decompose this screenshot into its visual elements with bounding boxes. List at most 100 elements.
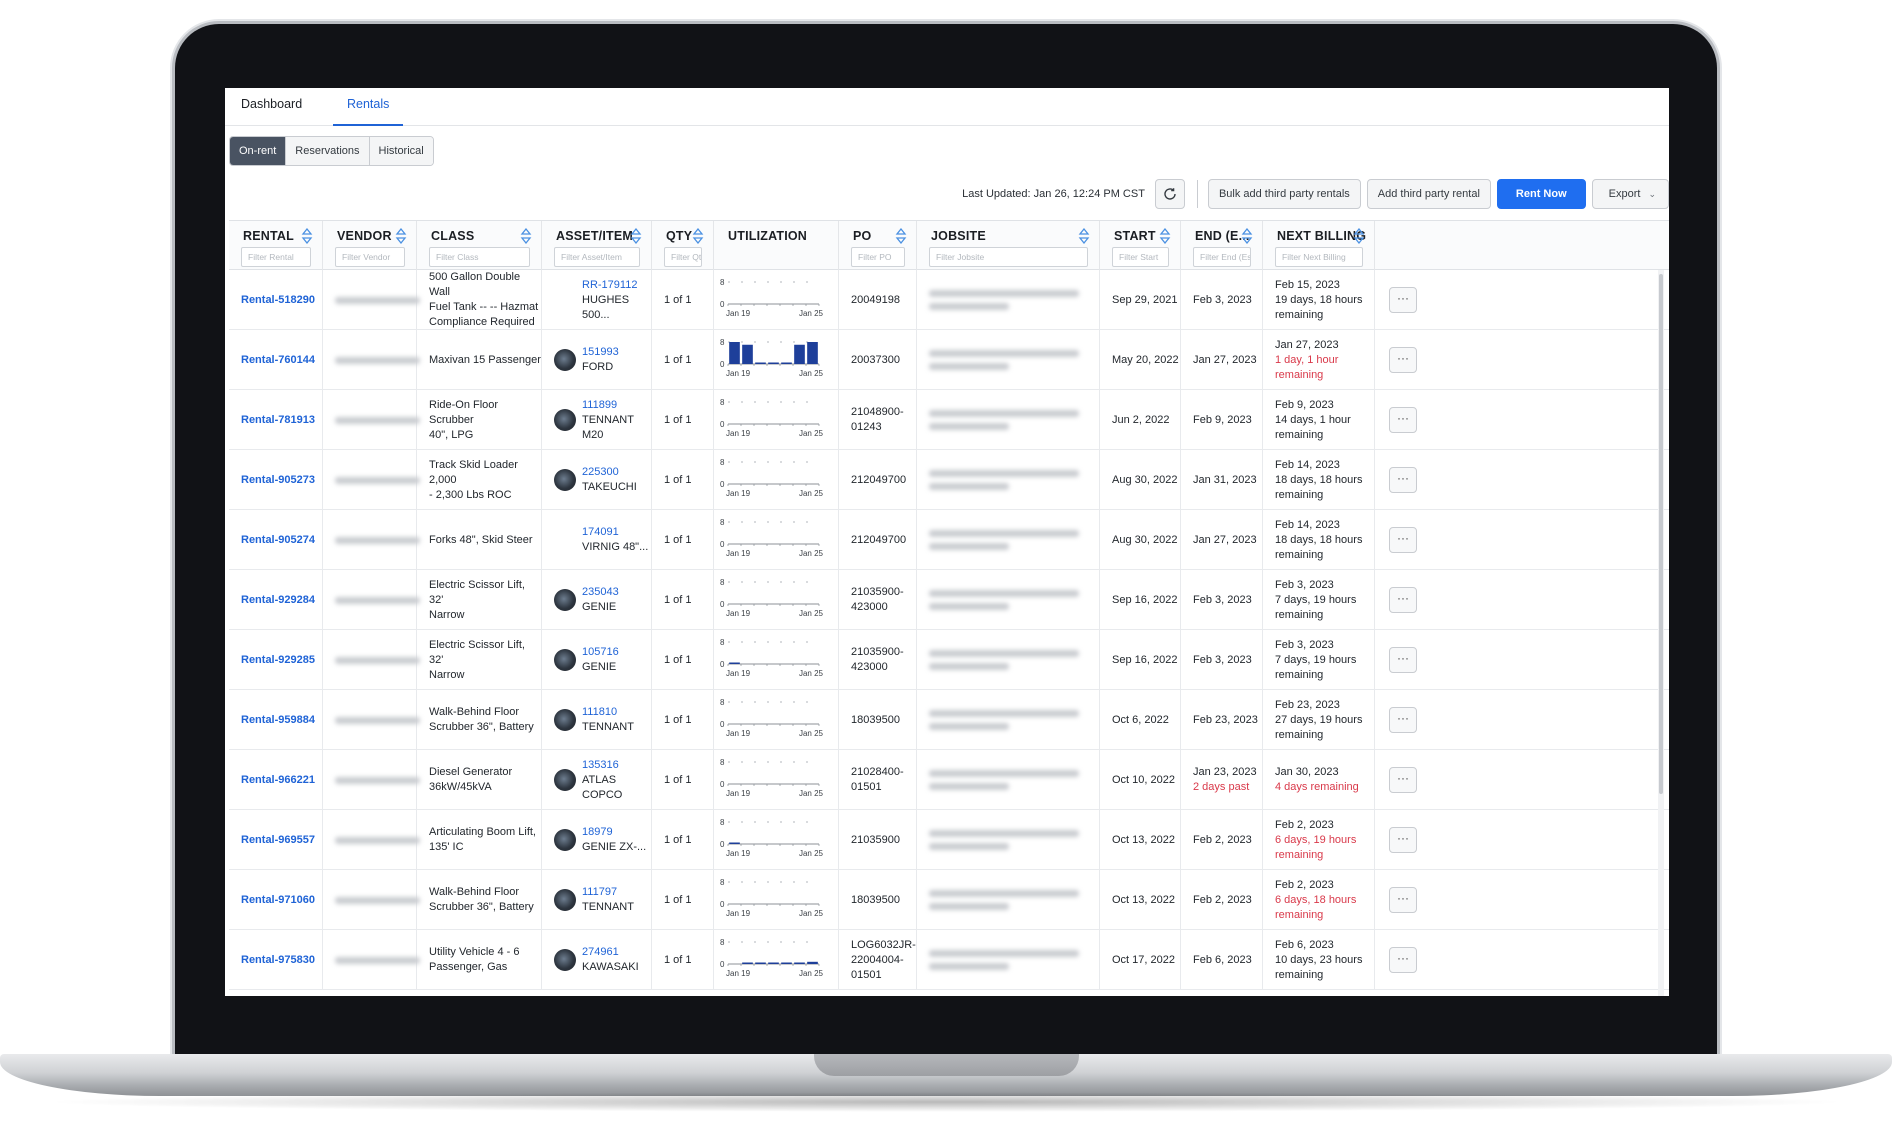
rental-link[interactable]: Rental-969557 bbox=[241, 833, 322, 848]
tab-rentals[interactable]: Rentals bbox=[333, 92, 404, 126]
rental-link[interactable]: Rental-975830 bbox=[241, 953, 322, 968]
column-label-utilization[interactable]: UTILIZATION bbox=[728, 229, 807, 243]
asset-name: GENIE bbox=[582, 601, 617, 613]
util-x-end-label: Jan 25 bbox=[799, 549, 824, 558]
more-options-button[interactable]: ··· bbox=[1389, 827, 1417, 853]
table-row: Rental-975830 Utility Vehicle 4 - 6 Passen… bbox=[229, 930, 1669, 990]
filter-input-start[interactable]: Filter Start bbox=[1112, 247, 1169, 267]
column-label-jobsite[interactable]: JOBSITE bbox=[931, 229, 986, 243]
column-label-rental[interactable]: RENTAL bbox=[243, 229, 294, 243]
column-label-asset[interactable]: ASSET/ITEM bbox=[556, 229, 633, 243]
filter-input-end[interactable]: Filter End (Est.) bbox=[1193, 247, 1251, 267]
add-third-party-button[interactable]: Add third party rental bbox=[1366, 179, 1491, 209]
more-options-button[interactable]: ··· bbox=[1389, 647, 1417, 673]
billing-date: Feb 15, 2023 bbox=[1275, 278, 1340, 291]
more-options-button[interactable]: ··· bbox=[1389, 947, 1417, 973]
jobsite-redacted bbox=[929, 470, 1079, 477]
more-options-button[interactable]: ··· bbox=[1389, 287, 1417, 313]
sort-icon[interactable] bbox=[301, 227, 313, 245]
sort-icon[interactable] bbox=[1078, 227, 1090, 245]
rental-link[interactable]: Rental-929284 bbox=[241, 593, 322, 608]
rental-link[interactable]: Rental-781913 bbox=[241, 413, 322, 428]
rental-link[interactable]: Rental-959884 bbox=[241, 713, 322, 728]
asset-id-link[interactable]: 151993 bbox=[582, 345, 619, 360]
filter-input-po[interactable]: Filter PO bbox=[851, 247, 905, 267]
tab-dashboard[interactable]: Dashboard bbox=[227, 92, 316, 126]
more-options-button[interactable]: ··· bbox=[1389, 767, 1417, 793]
sort-icon[interactable] bbox=[520, 227, 532, 245]
po-line: 212049700 bbox=[851, 533, 907, 546]
column-label-class[interactable]: CLASS bbox=[431, 229, 474, 243]
asset-id-link[interactable]: 174091 bbox=[582, 525, 648, 540]
next-billing-cell: Feb 9, 2023 14 days, 1 hour remaining bbox=[1263, 390, 1375, 450]
segment-historical[interactable]: Historical bbox=[369, 137, 433, 165]
refresh-button[interactable] bbox=[1154, 179, 1185, 209]
rental-link[interactable]: Rental-929285 bbox=[241, 653, 322, 668]
asset-id-link[interactable]: 111797 bbox=[582, 885, 634, 900]
asset-id-link[interactable]: 105716 bbox=[582, 645, 619, 660]
util-x-end-label: Jan 25 bbox=[799, 309, 824, 318]
export-button[interactable]: Export ⌄ bbox=[1591, 179, 1669, 209]
rental-link[interactable]: Rental-971060 bbox=[241, 893, 322, 908]
sort-icon[interactable] bbox=[1241, 227, 1253, 245]
rental-link[interactable]: Rental-966221 bbox=[241, 773, 322, 788]
column-label-po[interactable]: PO bbox=[853, 229, 871, 243]
rental-link[interactable]: Rental-905274 bbox=[241, 533, 322, 548]
rental-link[interactable]: Rental-905273 bbox=[241, 473, 322, 488]
column-label-qty[interactable]: QTY bbox=[666, 229, 692, 243]
asset-id-link[interactable]: 18979 bbox=[582, 825, 646, 840]
more-options-button[interactable]: ··· bbox=[1389, 527, 1417, 553]
sort-icon[interactable] bbox=[630, 227, 642, 245]
segment-on-rent[interactable]: On-rent bbox=[230, 137, 287, 165]
more-options-button[interactable]: ··· bbox=[1389, 467, 1417, 493]
asset-id-link[interactable]: 111899 bbox=[582, 398, 651, 413]
more-options-button[interactable]: ··· bbox=[1389, 347, 1417, 373]
filter-input-next_billing[interactable]: Filter Next Billing bbox=[1275, 247, 1363, 267]
rental-link[interactable]: Rental-760144 bbox=[241, 353, 322, 368]
asset-id-link[interactable]: RR-179112 bbox=[582, 278, 651, 293]
qty-value: 1 of 1 bbox=[664, 533, 692, 546]
column-header-po: PO Filter PO bbox=[839, 221, 917, 271]
more-options-button[interactable]: ··· bbox=[1389, 887, 1417, 913]
jobsite-cell bbox=[917, 870, 1100, 930]
filter-input-class[interactable]: Filter Class bbox=[429, 247, 530, 267]
asset-id-link[interactable]: 135316 bbox=[582, 758, 651, 773]
rent-now-button[interactable]: Rent Now bbox=[1496, 179, 1586, 209]
sort-icon[interactable] bbox=[895, 227, 907, 245]
asset-id-link[interactable]: 111810 bbox=[582, 705, 634, 720]
start-date: Oct 13, 2022 bbox=[1112, 833, 1175, 846]
more-options-button[interactable]: ··· bbox=[1389, 407, 1417, 433]
filter-input-asset[interactable]: Filter Asset/Item bbox=[554, 247, 640, 267]
bulk-add-third-party-button[interactable]: Bulk add third party rentals bbox=[1207, 179, 1361, 209]
more-options-button[interactable]: ··· bbox=[1389, 587, 1417, 613]
more-options-button[interactable]: ··· bbox=[1389, 707, 1417, 733]
rental-cell: Rental-966221 bbox=[229, 750, 323, 810]
column-label-start[interactable]: START bbox=[1114, 229, 1156, 243]
rental-link[interactable]: Rental-518290 bbox=[241, 293, 322, 308]
sort-icon[interactable] bbox=[395, 227, 407, 245]
jobsite-redacted bbox=[929, 890, 1079, 897]
table-body: Rental-518290 500 Gallon Double Wall Fuel … bbox=[229, 270, 1669, 990]
segment-reservations[interactable]: Reservations bbox=[286, 137, 370, 165]
filter-input-rental[interactable]: Filter Rental bbox=[241, 247, 311, 267]
vendor-redacted bbox=[335, 776, 420, 784]
asset-id-link[interactable]: 274961 bbox=[582, 945, 639, 960]
qty-value: 1 of 1 bbox=[664, 473, 692, 486]
asset-id-link[interactable]: 235043 bbox=[582, 585, 619, 600]
utilization-chart: 8 0Jan 19 Jan 25 bbox=[720, 398, 824, 438]
sort-icon[interactable] bbox=[692, 227, 704, 245]
utilization-cell: 8 0 Jan 19 Jan 25 bbox=[714, 450, 839, 510]
asset-cell: 105716 GENIE bbox=[542, 630, 652, 690]
class-line: Forks 48", Skid Steer bbox=[429, 533, 533, 546]
filter-input-qty[interactable]: Filter Qty bbox=[664, 247, 702, 267]
class-line: 500 Gallon Double Wall bbox=[429, 271, 521, 298]
asset-id-link[interactable]: 225300 bbox=[582, 465, 637, 480]
sort-icon[interactable] bbox=[1159, 227, 1171, 245]
sort-icon[interactable] bbox=[1353, 227, 1365, 245]
scrollbar-thumb[interactable] bbox=[1659, 274, 1663, 794]
column-label-vendor[interactable]: VENDOR bbox=[337, 229, 392, 243]
filter-input-vendor[interactable]: Filter Vendor bbox=[335, 247, 405, 267]
start-cell: Oct 13, 2022 bbox=[1100, 870, 1181, 930]
po-line: 21035900- bbox=[851, 586, 904, 598]
filter-input-jobsite[interactable]: Filter Jobsite bbox=[929, 247, 1088, 267]
